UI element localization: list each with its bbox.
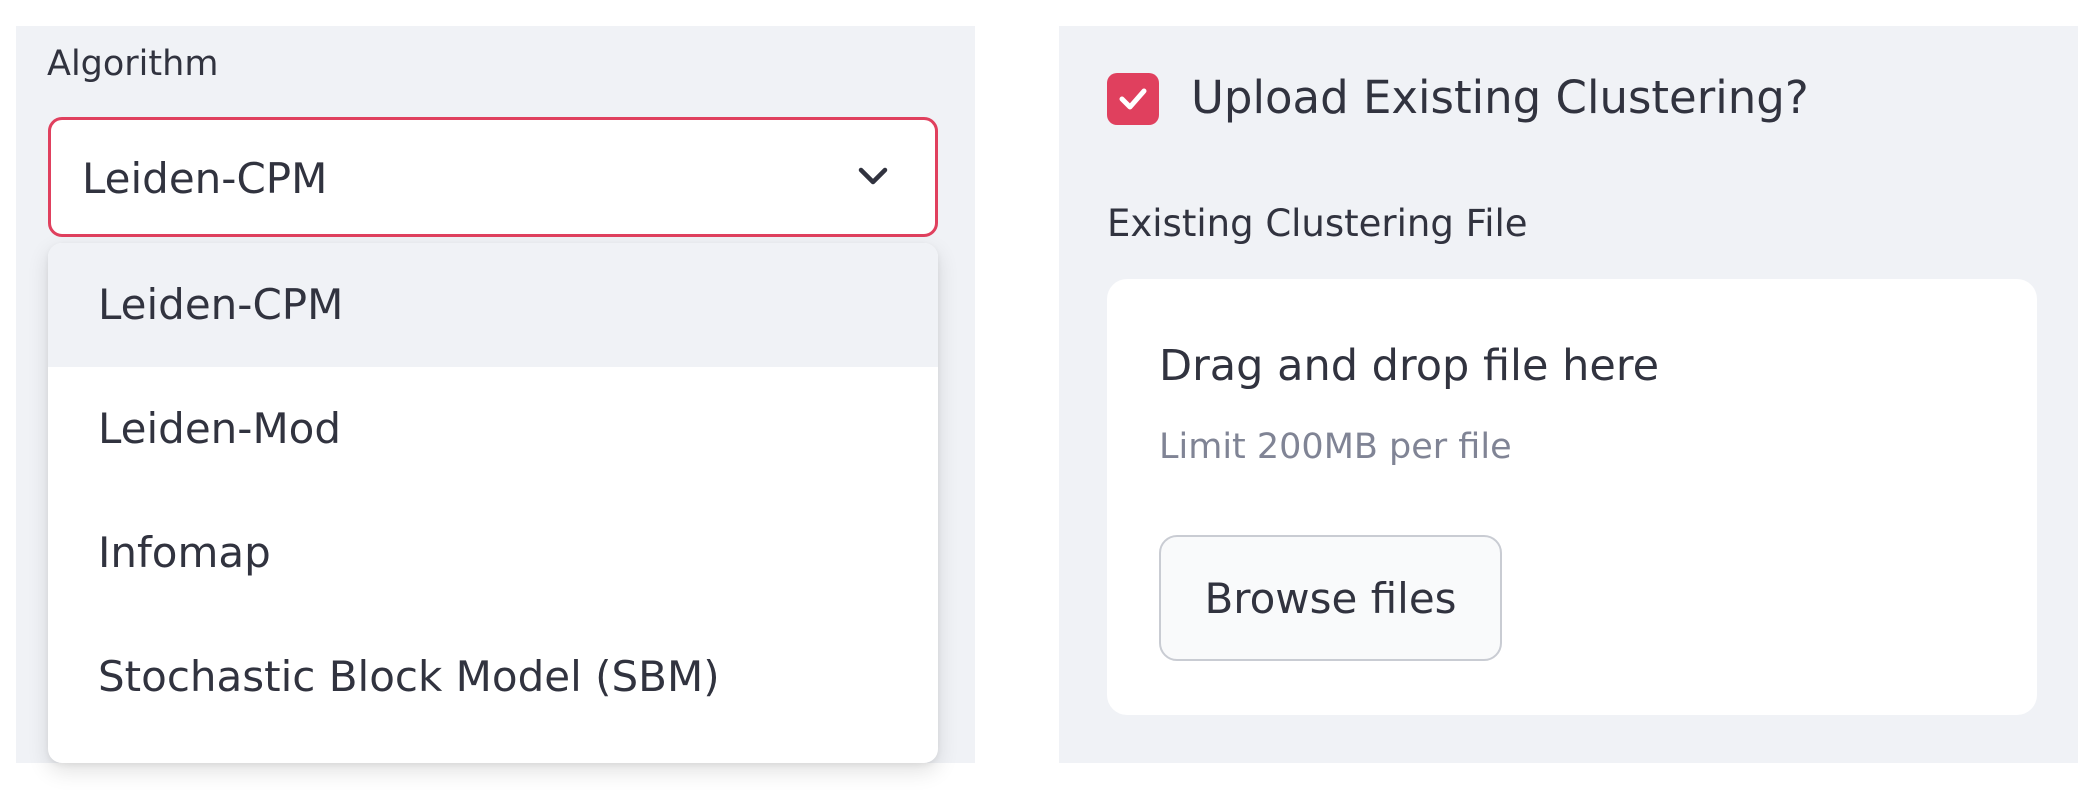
algorithm-dropdown-menu: Leiden-CPM Leiden-Mod Infomap Stochastic… xyxy=(48,243,938,763)
file-dropzone[interactable]: Drag and drop file here Limit 200MB per … xyxy=(1107,279,2037,715)
chevron-down-icon[interactable] xyxy=(853,156,893,196)
upload-existing-checkbox[interactable] xyxy=(1107,73,1159,125)
existing-clustering-file-label: Existing Clustering File xyxy=(1107,202,1528,245)
dropzone-limit-text: Limit 200MB per file xyxy=(1159,427,1512,467)
browse-files-button[interactable]: Browse files xyxy=(1159,535,1502,661)
algorithm-selected-value: Leiden-CPM xyxy=(82,154,328,203)
algorithm-panel: Algorithm Leiden-CPM Leiden-CPM Leiden-M… xyxy=(16,26,975,763)
upload-panel: Upload Existing Clustering? Existing Clu… xyxy=(1059,26,2078,763)
dropdown-option-sbm[interactable]: Stochastic Block Model (SBM) xyxy=(48,615,938,739)
screenshot-stage: Algorithm Leiden-CPM Leiden-CPM Leiden-M… xyxy=(0,0,2100,792)
dropdown-option-leiden-cpm[interactable]: Leiden-CPM xyxy=(48,243,938,367)
algorithm-label: Algorithm xyxy=(47,44,219,84)
check-icon xyxy=(1119,88,1147,110)
algorithm-select[interactable]: Leiden-CPM xyxy=(48,117,938,237)
dropdown-option-leiden-mod[interactable]: Leiden-Mod xyxy=(48,367,938,491)
upload-existing-checkbox-label[interactable]: Upload Existing Clustering? xyxy=(1191,71,1809,124)
dropdown-option-infomap[interactable]: Infomap xyxy=(48,491,938,615)
dropzone-title: Drag and drop file here xyxy=(1159,341,1660,391)
